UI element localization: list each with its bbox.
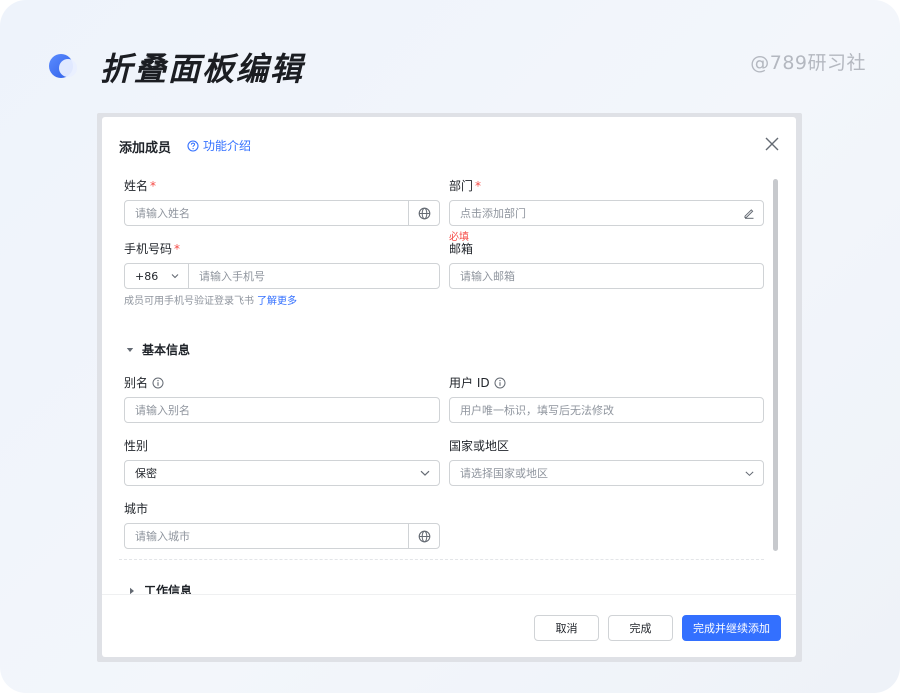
gender-label-text: 性别 bbox=[124, 439, 149, 453]
canvas-background: 折叠面板编辑 @789研习社 添加成员 功能介绍 姓名 * 请输入姓名 部门 *… bbox=[0, 0, 900, 693]
cancel-button[interactable]: 取消 bbox=[534, 615, 599, 641]
done-button[interactable]: 完成 bbox=[608, 615, 673, 641]
user-id-label-text: 用户 ID bbox=[449, 376, 490, 390]
city-input[interactable]: 请输入城市 bbox=[124, 523, 440, 549]
gender-dropdown-toggle[interactable] bbox=[411, 461, 439, 485]
phone-label-text: 手机号码 bbox=[124, 242, 173, 256]
phone-placeholder: 请输入手机号 bbox=[199, 270, 265, 283]
globe-icon bbox=[418, 207, 430, 219]
done-and-continue-button[interactable]: 完成并继续添加 bbox=[682, 615, 781, 641]
country-placeholder: 请选择国家或地区 bbox=[460, 467, 548, 480]
globe-icon bbox=[418, 530, 430, 542]
alias-label: 别名 bbox=[124, 374, 164, 391]
phone-hint-text: 成员可用手机号验证登录飞书 bbox=[124, 296, 254, 307]
name-label-text: 姓名 bbox=[124, 179, 149, 193]
city-placeholder: 请输入城市 bbox=[135, 530, 190, 543]
user-id-input[interactable]: 用户唯一标识，填写后无法修改 bbox=[449, 397, 764, 423]
dialog-scroll-area[interactable]: 姓名 * 请输入姓名 部门 * 点击添加部门 必填 手机号码 * +86 请输入… bbox=[102, 172, 796, 594]
email-label-text: 邮箱 bbox=[449, 242, 474, 256]
user-id-label: 用户 ID bbox=[449, 374, 506, 391]
phone-input[interactable]: +86 请输入手机号 bbox=[124, 263, 440, 289]
country-dropdown-toggle[interactable] bbox=[735, 461, 763, 485]
chevron-down-icon bbox=[171, 274, 179, 279]
department-edit-button[interactable] bbox=[735, 201, 763, 225]
watermark: @789研习社 bbox=[750, 52, 866, 74]
close-icon[interactable] bbox=[762, 134, 782, 154]
page-title: 折叠面板编辑 bbox=[100, 50, 305, 88]
required-mark: * bbox=[475, 178, 482, 193]
chevron-down-icon bbox=[420, 470, 430, 476]
dialog-title: 添加成员 bbox=[119, 141, 172, 156]
caret-right-icon bbox=[130, 587, 134, 594]
required-mark: * bbox=[150, 178, 157, 193]
department-label: 部门 * bbox=[449, 177, 481, 194]
brand-logo-icon bbox=[49, 54, 77, 78]
info-icon[interactable] bbox=[494, 377, 506, 389]
add-member-dialog: 添加成员 功能介绍 姓名 * 请输入姓名 部门 * 点击添加部门 必填 手机号码… bbox=[102, 117, 796, 657]
name-label: 姓名 * bbox=[124, 177, 156, 194]
help-link[interactable]: 功能介绍 bbox=[187, 137, 251, 154]
phone-label: 手机号码 * bbox=[124, 240, 180, 257]
city-label-text: 城市 bbox=[124, 502, 149, 516]
department-label-text: 部门 bbox=[449, 179, 474, 193]
gender-value: 保密 bbox=[135, 467, 157, 480]
pencil-icon bbox=[744, 209, 754, 219]
scrollbar-thumb[interactable] bbox=[773, 179, 778, 551]
country-code-value: +86 bbox=[135, 269, 159, 283]
department-placeholder: 点击添加部门 bbox=[460, 207, 526, 220]
section-divider bbox=[119, 559, 764, 560]
email-input[interactable]: 请输入邮箱 bbox=[449, 263, 764, 289]
info-icon[interactable] bbox=[152, 377, 164, 389]
country-label: 国家或地区 bbox=[449, 437, 509, 454]
country-select[interactable]: 请选择国家或地区 bbox=[449, 460, 764, 486]
city-language-button[interactable] bbox=[408, 524, 439, 548]
question-circle-icon bbox=[187, 139, 199, 152]
country-label-text: 国家或地区 bbox=[449, 439, 510, 453]
alias-input[interactable]: 请输入别名 bbox=[124, 397, 440, 423]
email-label: 邮箱 bbox=[449, 240, 473, 257]
name-input[interactable]: 请输入姓名 bbox=[124, 200, 440, 226]
alias-placeholder: 请输入别名 bbox=[135, 404, 190, 417]
help-link-label: 功能介绍 bbox=[203, 139, 252, 153]
name-language-button[interactable] bbox=[408, 201, 439, 225]
city-label: 城市 bbox=[124, 500, 148, 517]
required-mark: * bbox=[174, 241, 181, 256]
department-picker[interactable]: 点击添加部门 bbox=[449, 200, 764, 226]
gender-select[interactable]: 保密 bbox=[124, 460, 440, 486]
section-basic-info-label: 基本信息 bbox=[142, 343, 191, 357]
section-work-info-label: 工作信息 bbox=[144, 584, 193, 594]
country-code-select[interactable]: +86 bbox=[125, 264, 189, 288]
chevron-down-icon bbox=[744, 470, 754, 476]
name-placeholder: 请输入姓名 bbox=[135, 207, 190, 220]
email-placeholder: 请输入邮箱 bbox=[460, 270, 515, 283]
section-work-info[interactable]: 工作信息 bbox=[128, 582, 192, 594]
user-id-placeholder: 用户唯一标识，填写后无法修改 bbox=[460, 404, 614, 417]
section-basic-info[interactable]: 基本信息 bbox=[126, 341, 190, 358]
footer-divider bbox=[102, 594, 796, 595]
phone-hint: 成员可用手机号验证登录飞书 了解更多 bbox=[124, 292, 297, 307]
alias-label-text: 别名 bbox=[124, 376, 149, 390]
learn-more-link[interactable]: 了解更多 bbox=[257, 296, 297, 307]
caret-down-icon bbox=[126, 347, 134, 352]
gender-label: 性别 bbox=[124, 437, 148, 454]
